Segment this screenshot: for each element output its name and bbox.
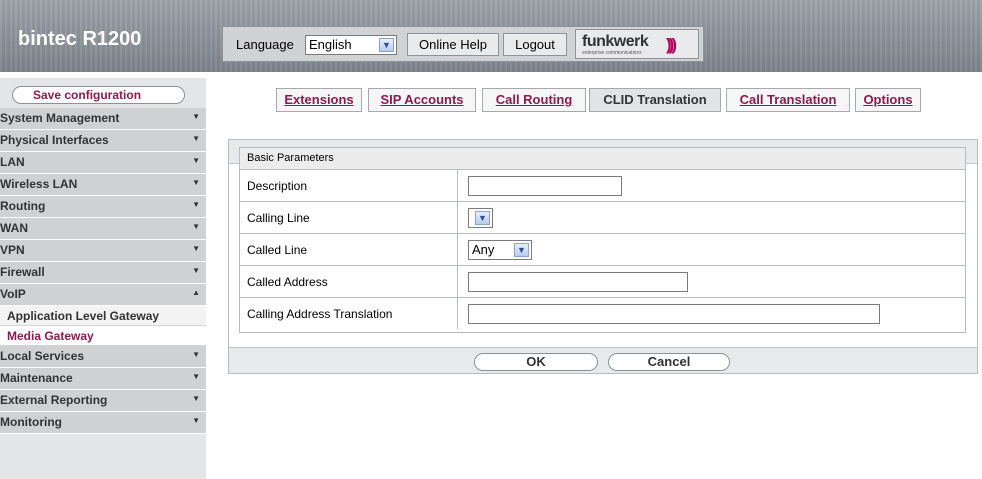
chevron-down-icon: ▼ xyxy=(192,350,200,359)
tab-clid-translation[interactable]: CLID Translation xyxy=(589,88,721,112)
sidebar-item-system-management[interactable]: System Management ▼ xyxy=(0,108,206,130)
sidebar-item-firewall[interactable]: Firewall ▼ xyxy=(0,262,206,284)
calling-line-row: Calling Line ▼ xyxy=(240,202,965,234)
chevron-down-icon: ▼ xyxy=(192,394,200,403)
field-label: Calling Address Translation xyxy=(240,298,458,329)
chevron-down-icon: ▼ xyxy=(192,112,200,121)
field-label: Calling Line xyxy=(240,202,458,233)
calling-line-select[interactable]: ▼ xyxy=(468,208,493,228)
section-title: Basic Parameters xyxy=(240,148,965,170)
logo-subtext: enterprise communications xyxy=(582,50,642,56)
chevron-down-icon[interactable]: ▼ xyxy=(475,211,490,225)
sidebar-item-routing[interactable]: Routing ▼ xyxy=(0,196,206,218)
sidebar-item-wireless-lan[interactable]: Wireless LAN ▼ xyxy=(0,174,206,196)
language-select[interactable]: English ▼ xyxy=(305,35,397,55)
language-label: Language xyxy=(236,37,294,52)
basic-parameters-section: Basic Parameters Description Calling Lin… xyxy=(239,147,966,333)
chevron-down-icon[interactable]: ▼ xyxy=(379,38,394,52)
description-input[interactable] xyxy=(468,176,622,196)
sidebar-item-external-reporting[interactable]: External Reporting ▼ xyxy=(0,390,206,412)
tab-extensions[interactable]: Extensions xyxy=(276,88,362,112)
chevron-down-icon: ▼ xyxy=(192,134,200,143)
tab-options[interactable]: Options xyxy=(855,88,921,112)
field-label: Called Line xyxy=(240,234,458,265)
brand-title: bintec R1200 xyxy=(18,28,142,50)
chevron-down-icon: ▼ xyxy=(192,156,200,165)
chevron-down-icon[interactable]: ▼ xyxy=(514,243,529,257)
logo-text: funkwerk xyxy=(582,33,649,50)
sidebar-nav: System Management ▼ Physical Interfaces ▼ … xyxy=(0,108,206,434)
sidebar-item-label: Firewall xyxy=(0,265,45,279)
chevron-down-icon: ▼ xyxy=(192,178,200,187)
sidebar-item-maintenance[interactable]: Maintenance ▼ xyxy=(0,368,206,390)
chevron-down-icon: ▼ xyxy=(192,372,200,381)
sidebar-item-label: Monitoring xyxy=(0,415,62,429)
sidebar-item-lan[interactable]: LAN ▼ xyxy=(0,152,206,174)
called-line-value: Any xyxy=(472,242,495,257)
field-label: Description xyxy=(240,170,458,201)
chevron-down-icon: ▼ xyxy=(192,244,200,253)
funkwerk-logo: funkwerk enterprise communications ))) xyxy=(575,29,699,59)
tab-sip-accounts[interactable]: SIP Accounts xyxy=(368,88,476,112)
sidebar-item-label: LAN xyxy=(0,155,25,169)
sidebar-item-vpn[interactable]: VPN ▼ xyxy=(0,240,206,262)
sidebar-subitem-application-level-gateway[interactable]: Application Level Gateway xyxy=(0,306,206,326)
sidebar-item-label: Wireless LAN xyxy=(0,177,78,191)
chevron-down-icon: ▼ xyxy=(192,266,200,275)
sidebar-item-label: WAN xyxy=(0,221,28,235)
calling-address-translation-input[interactable] xyxy=(468,304,880,324)
sidebar-item-voip[interactable]: VoIP ▲ xyxy=(0,284,206,306)
sidebar-item-label: Physical Interfaces xyxy=(0,133,109,147)
called-address-row: Called Address xyxy=(240,266,965,298)
sidebar-item-wan[interactable]: WAN ▼ xyxy=(0,218,206,240)
sidebar-item-label: System Management xyxy=(0,111,120,125)
logo-wave-icon: ))) xyxy=(666,35,677,54)
description-row: Description xyxy=(240,170,965,202)
ok-button[interactable]: OK xyxy=(474,353,598,371)
sidebar-item-physical-interfaces[interactable]: Physical Interfaces ▼ xyxy=(0,130,206,152)
form-panel: Basic Parameters Description Calling Lin… xyxy=(228,139,978,374)
calling-address-translation-row: Calling Address Translation xyxy=(240,298,965,330)
sidebar-item-label: Local Services xyxy=(0,349,85,363)
chevron-down-icon: ▼ xyxy=(192,416,200,425)
top-toolbar: Language English ▼ Online Help Logout fu… xyxy=(222,26,704,62)
called-address-input[interactable] xyxy=(468,272,688,292)
chevron-up-icon: ▲ xyxy=(192,288,200,297)
sidebar-item-label: VoIP xyxy=(0,287,26,301)
chevron-down-icon: ▼ xyxy=(192,222,200,231)
called-line-select[interactable]: Any ▼ xyxy=(468,240,532,260)
save-configuration-button[interactable]: Save configuration xyxy=(12,86,185,104)
logout-button[interactable]: Logout xyxy=(503,33,567,56)
tab-call-translation[interactable]: Call Translation xyxy=(726,88,850,112)
online-help-button[interactable]: Online Help xyxy=(407,33,499,56)
sidebar-item-monitoring[interactable]: Monitoring ▼ xyxy=(0,412,206,434)
sidebar-item-label: Routing xyxy=(0,199,46,213)
sidebar-item-label: Maintenance xyxy=(0,371,73,385)
called-line-row: Called Line Any ▼ xyxy=(240,234,965,266)
form-footer: OK Cancel xyxy=(229,347,977,373)
sidebar-item-local-services[interactable]: Local Services ▼ xyxy=(0,346,206,368)
cancel-button[interactable]: Cancel xyxy=(608,353,730,371)
sidebar-item-label: External Reporting xyxy=(0,393,108,407)
tab-call-routing[interactable]: Call Routing xyxy=(482,88,586,112)
field-label: Called Address xyxy=(240,266,458,297)
chevron-down-icon: ▼ xyxy=(192,200,200,209)
language-select-value: English xyxy=(309,37,352,52)
sidebar: Save configuration System Management ▼ Ph… xyxy=(0,78,206,479)
sidebar-item-label: VPN xyxy=(0,243,25,257)
sidebar-subitem-media-gateway[interactable]: Media Gateway xyxy=(0,326,206,346)
